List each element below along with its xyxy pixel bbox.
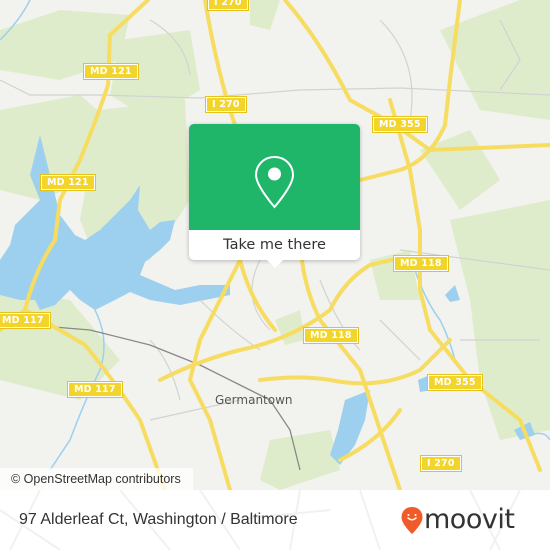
moovit-logo[interactable]: moovit <box>400 498 540 542</box>
road-shield-md117: MD 117 <box>0 312 51 329</box>
location-pin-icon <box>254 155 295 209</box>
map-attribution[interactable]: © OpenStreetMap contributors <box>0 468 193 490</box>
road-shield-i270: I 270 <box>420 455 462 472</box>
place-label-germantown: Germantown <box>215 393 293 407</box>
address-label: 97 Alderleaf Ct, Washington / Baltimore <box>19 511 298 528</box>
popup-pointer <box>267 260 283 268</box>
road-shield-i270: I 270 <box>205 96 247 113</box>
popup-header[interactable] <box>189 124 360 230</box>
take-me-there-popup[interactable]: Take me there <box>189 124 360 268</box>
road-shield-md118: MD 118 <box>393 255 449 272</box>
road-shield-md121: MD 121 <box>83 63 139 80</box>
road-shield-md118: MD 118 <box>303 327 359 344</box>
take-me-there-button[interactable]: Take me there <box>189 230 360 260</box>
map[interactable]: I 270 MD 121 I 270 MD 355 MD 121 MD 118 … <box>0 0 550 490</box>
road-shield-md117: MD 117 <box>67 381 123 398</box>
moovit-wordmark: moovit <box>424 504 515 535</box>
road-shield-md121: MD 121 <box>40 174 96 191</box>
road-shield-i270: I 270 <box>207 0 249 11</box>
road-shield-md355: MD 355 <box>427 374 483 391</box>
moovit-pin-icon <box>401 507 423 534</box>
road-shield-md355: MD 355 <box>372 116 428 133</box>
footer: 97 Alderleaf Ct, Washington / Baltimore … <box>0 490 550 550</box>
